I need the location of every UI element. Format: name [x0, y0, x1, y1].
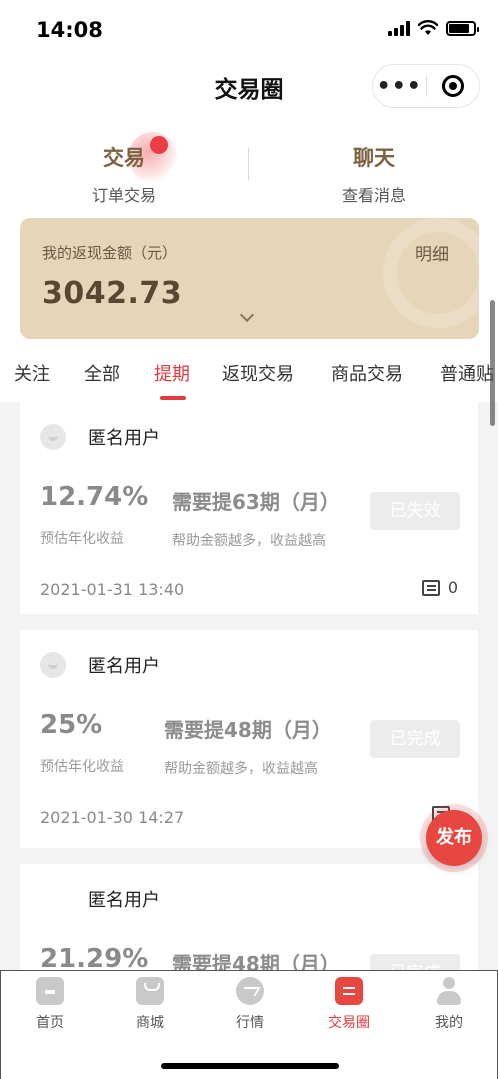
trade-title: 交易 [103, 146, 145, 170]
nav-bar: 交易圈 ••• [0, 60, 498, 120]
tab-follow[interactable]: 关注 [14, 360, 50, 386]
comment-button[interactable]: 0 [421, 578, 458, 597]
post-user: 匿名用户 [40, 886, 160, 912]
user-name: 匿名用户 [88, 656, 160, 677]
signal-icon [388, 20, 410, 36]
user-name: 匿名用户 [88, 428, 160, 449]
home-indicator[interactable] [161, 1063, 339, 1069]
status-time: 14:08 [36, 18, 103, 42]
post-card[interactable]: 匿名用户 12.74% 预估年化收益 需要提63期（月） 帮助金额越多，收益越高… [20, 402, 478, 614]
trade-switch[interactable]: 交易 订单交易 [24, 142, 224, 206]
wifi-icon [418, 20, 438, 35]
period-requirement: 需要提48期（月） [164, 718, 332, 742]
tabbar-label: 首页 [36, 1015, 64, 1031]
post-user: 匿名用户 [40, 652, 160, 678]
detail-link[interactable]: 明细 [415, 240, 449, 265]
top-section: 交易 订单交易 聊天 查看消息 我的返现金额（元） 3042.73 明细 关注 … [0, 120, 498, 402]
annual-rate-label: 预估年化收益 [40, 759, 124, 775]
post-date: 2021-01-30 14:27 [40, 808, 185, 827]
bottom-tab-bar: 首页 商城 行情 交易圈 我的 [0, 970, 498, 1079]
tabbar-label: 我的 [435, 1015, 463, 1031]
unread-dot [150, 136, 168, 154]
annual-rate: 25% [40, 710, 103, 740]
post-date: 2021-01-31 13:40 [40, 580, 185, 599]
tab-cashback-trade[interactable]: 返现交易 [222, 360, 294, 386]
mini-program-capsule: ••• [372, 64, 480, 108]
status-icons [388, 20, 479, 36]
annual-rate: 12.74% [40, 482, 149, 512]
tabbar-item-shop[interactable]: 商城 [110, 977, 190, 1032]
tabbar-item-exchange[interactable]: 交易圈 [309, 977, 389, 1032]
active-tab-indicator [160, 396, 186, 400]
chat-switch[interactable]: 聊天 查看消息 [274, 142, 474, 206]
post-user: 匿名用户 [40, 424, 160, 450]
tabbar-label: 商城 [136, 1015, 164, 1031]
market-icon [236, 977, 264, 1005]
more-icon[interactable]: ••• [373, 74, 426, 99]
tabbar-item-market[interactable]: 行情 [210, 977, 290, 1032]
battery-icon [446, 20, 479, 36]
tabbar-item-home[interactable]: 首页 [10, 977, 90, 1032]
tab-goods-trade[interactable]: 商品交易 [331, 360, 403, 386]
cashback-amount: 3042.73 [42, 276, 183, 311]
user-name: 匿名用户 [88, 890, 160, 911]
tab-all[interactable]: 全部 [84, 360, 120, 386]
status-button[interactable]: 已失效 [370, 492, 460, 530]
scrollbar[interactable] [490, 300, 495, 426]
watermark-icon [383, 218, 479, 328]
exchange-icon [335, 977, 363, 1005]
tabbar-item-profile[interactable]: 我的 [409, 977, 489, 1032]
close-target-button[interactable] [426, 75, 479, 97]
post-card[interactable]: 匿名用户 21.29% 需要提48期（月） 已完成 [20, 864, 478, 992]
chat-title: 聊天 [353, 146, 395, 170]
comment-count: 0 [447, 578, 458, 597]
cashback-label: 我的返现金额（元） [42, 244, 178, 262]
chevron-down-icon[interactable] [239, 307, 255, 323]
category-tabs: 关注 全部 提期 返现交易 商品交易 普通贴 [0, 356, 498, 402]
target-icon [441, 75, 464, 97]
annual-rate-label: 预估年化收益 [40, 531, 124, 547]
switch-divider [248, 148, 249, 180]
trade-subtitle: 订单交易 [91, 186, 156, 205]
publish-button[interactable]: 发布 [426, 810, 482, 866]
period-hint: 帮助金额越多，收益越高 [172, 533, 326, 549]
chat-subtitle: 查看消息 [341, 186, 406, 205]
cashback-card[interactable]: 我的返现金额（元） 3042.73 明细 [20, 218, 479, 339]
app-screen: 14:08 交易圈 ••• 交易 订单交易 聊天 查看消息 我的返现金额（元） … [0, 0, 498, 1079]
home-icon [36, 977, 64, 1005]
comment-icon [421, 579, 440, 596]
tab-general-post[interactable]: 普通贴 [440, 360, 494, 386]
status-bar: 14:08 [0, 0, 498, 60]
period-requirement: 需要提63期（月） [172, 490, 340, 514]
period-hint: 帮助金额越多，收益越高 [164, 761, 318, 777]
tab-withdraw-period[interactable]: 提期 [154, 360, 190, 386]
post-card[interactable]: 匿名用户 25% 预估年化收益 需要提48期（月） 帮助金额越多，收益越高 已完… [20, 630, 478, 848]
status-button[interactable]: 已完成 [370, 720, 460, 758]
avatar [40, 652, 66, 678]
shop-icon [136, 977, 164, 1005]
avatar [40, 424, 66, 450]
profile-icon [435, 977, 463, 1005]
tabbar-label: 行情 [236, 1015, 264, 1031]
tabbar-label: 交易圈 [328, 1015, 370, 1031]
